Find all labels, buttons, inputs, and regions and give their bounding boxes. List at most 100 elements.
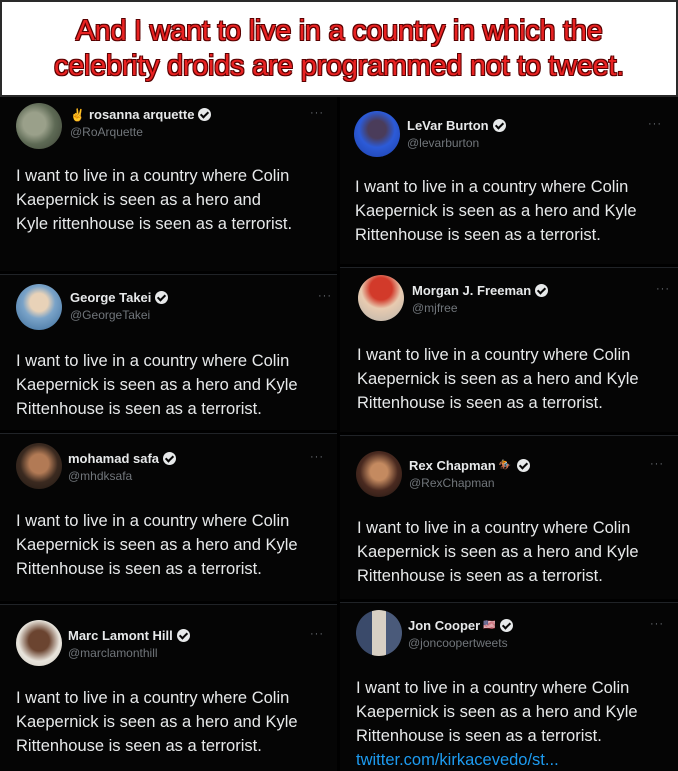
divider bbox=[0, 604, 337, 605]
tweet-text-line: Kaepernick is seen as a hero and Kyle bbox=[357, 543, 639, 561]
tweet-card-marc-lamont-hill[interactable]: Marc Lamont Hill @marclamonthill ··· I w… bbox=[0, 604, 337, 771]
caption-banner: And I want to live in a country in which… bbox=[0, 0, 678, 97]
tweet-text-line: Rittenhouse is seen as a terrorist. bbox=[16, 737, 262, 755]
tweet-text-line: I want to live in a country where Colin bbox=[355, 178, 629, 196]
tweet-text-line: Kaepernick is seen as a hero and Kyle bbox=[16, 536, 298, 554]
author-name[interactable]: mohamad safa bbox=[68, 451, 159, 466]
tweet-text: I want to live in a country where Colin … bbox=[355, 175, 637, 247]
avatar[interactable] bbox=[16, 284, 62, 330]
author-handle[interactable]: @RexChapman bbox=[409, 476, 495, 490]
avatar[interactable] bbox=[356, 610, 402, 656]
author-name[interactable]: Jon Cooper bbox=[408, 618, 480, 633]
more-options-icon[interactable]: ··· bbox=[650, 458, 664, 470]
avatar[interactable] bbox=[16, 620, 62, 666]
tweet-text-line: Kaepernick is seen as a hero and bbox=[16, 191, 261, 209]
author-name[interactable]: George Takei bbox=[70, 290, 151, 305]
tweet-card-mohamad-safa[interactable]: mohamad safa @mhdksafa ··· I want to liv… bbox=[0, 433, 337, 601]
tweet-card-rosanna-arquette[interactable]: ✌ rosanna arquette @RoArquette ··· I wan… bbox=[0, 97, 337, 271]
tweet-text-line: Kaepernick is seen as a hero and Kyle bbox=[357, 370, 639, 388]
avatar[interactable] bbox=[358, 275, 404, 321]
verified-badge-icon bbox=[517, 459, 531, 472]
avatar[interactable] bbox=[354, 111, 400, 157]
tweet-collage: ✌ rosanna arquette @RoArquette ··· I wan… bbox=[0, 97, 678, 771]
divider bbox=[340, 267, 678, 268]
author-handle[interactable]: @marclamonthill bbox=[68, 646, 158, 660]
more-options-icon[interactable]: ··· bbox=[318, 290, 332, 302]
tweet-card-george-takei[interactable]: George Takei @GeorgeTakei ··· I want to … bbox=[0, 274, 337, 430]
tweet-text-line: I want to live in a country where Colin bbox=[356, 679, 630, 697]
verified-badge-icon bbox=[492, 119, 506, 132]
more-options-icon[interactable]: ··· bbox=[310, 451, 324, 463]
author-name-row[interactable]: Marc Lamont Hill bbox=[68, 628, 190, 643]
author-name[interactable]: Morgan J. Freeman bbox=[412, 283, 531, 298]
tweet-text-line: I want to live in a country where Colin bbox=[16, 352, 290, 370]
tweet-text-line: Rittenhouse is seen as a terrorist. bbox=[16, 560, 262, 578]
author-name-row[interactable]: ✌ rosanna arquette bbox=[70, 107, 212, 122]
tweet-link[interactable]: twitter.com/kirkacevedo/st... bbox=[356, 748, 638, 771]
verified-badge-icon bbox=[198, 108, 212, 121]
tweet-text-line: I want to live in a country where Colin bbox=[16, 512, 290, 530]
more-options-icon[interactable]: ··· bbox=[310, 107, 324, 119]
author-handle[interactable]: @mhdksafa bbox=[68, 469, 132, 483]
tweet-text-line: I want to live in a country where Colin bbox=[16, 167, 290, 185]
more-options-icon[interactable]: ··· bbox=[656, 283, 670, 295]
tweet-text: I want to live in a country where Colin … bbox=[16, 349, 298, 421]
author-handle[interactable]: @levarburton bbox=[407, 136, 479, 150]
us-flag-icon: 🇺🇸 bbox=[483, 620, 496, 631]
tweet-card-rex-chapman[interactable]: Rex Chapman 🏇 @RexChapman ··· I want to … bbox=[340, 435, 678, 599]
tweet-card-morgan-j-freeman[interactable]: Morgan J. Freeman @mjfree ··· I want to … bbox=[340, 267, 678, 432]
tweet-text-line: I want to live in a country where Colin bbox=[357, 346, 631, 364]
more-options-icon[interactable]: ··· bbox=[310, 628, 324, 640]
tweet-text-line: Kaepernick is seen as a hero and Kyle bbox=[16, 376, 298, 394]
author-name-row[interactable]: Rex Chapman 🏇 bbox=[409, 458, 531, 473]
divider bbox=[340, 435, 678, 436]
tweet-text-line: Kaepernick is seen as a hero and Kyle bbox=[356, 703, 638, 721]
author-name-row[interactable]: LeVar Burton bbox=[407, 118, 506, 133]
more-options-icon[interactable]: ··· bbox=[650, 618, 664, 630]
tweet-text: I want to live in a country where Colin … bbox=[357, 516, 639, 588]
avatar[interactable] bbox=[16, 103, 62, 149]
caption-line-1: And I want to live in a country in which… bbox=[75, 14, 603, 47]
verified-badge-icon bbox=[535, 284, 549, 297]
tweet-text-line: Rittenhouse is seen as a terrorist. bbox=[357, 567, 603, 585]
tweet-card-levar-burton[interactable]: LeVar Burton @levarburton ··· I want to … bbox=[340, 97, 678, 264]
tweet-text: I want to live in a country where Colin … bbox=[356, 676, 638, 771]
tweet-text-line: Kaepernick is seen as a hero and Kyle bbox=[355, 202, 637, 220]
tweet-text-line: I want to live in a country where Colin bbox=[357, 519, 631, 537]
author-name-row[interactable]: mohamad safa bbox=[68, 451, 177, 466]
author-name[interactable]: Rex Chapman bbox=[409, 458, 496, 473]
tweet-text-line: Kyle rittenhouse is seen as a terrorist. bbox=[16, 215, 293, 233]
verified-badge-icon bbox=[163, 452, 177, 465]
tweet-text: I want to live in a country where Colin … bbox=[16, 164, 292, 236]
tweet-card-jon-cooper[interactable]: Jon Cooper 🇺🇸 @joncoopertweets ··· I wan… bbox=[340, 602, 678, 771]
avatar[interactable] bbox=[16, 443, 62, 489]
tweet-text-line: I want to live in a country where Colin bbox=[16, 689, 290, 707]
verified-badge-icon bbox=[155, 291, 169, 304]
author-name-row[interactable]: Morgan J. Freeman bbox=[412, 283, 549, 298]
more-options-icon[interactable]: ··· bbox=[648, 118, 662, 130]
avatar[interactable] bbox=[356, 451, 402, 497]
author-name-row[interactable]: George Takei bbox=[70, 290, 169, 305]
author-name[interactable]: Marc Lamont Hill bbox=[68, 628, 173, 643]
divider bbox=[0, 433, 337, 434]
tweet-text-line: Kaepernick is seen as a hero and Kyle bbox=[16, 713, 298, 731]
author-handle[interactable]: @joncoopertweets bbox=[408, 636, 508, 650]
author-handle[interactable]: @RoArquette bbox=[70, 125, 143, 139]
verified-badge-icon bbox=[176, 629, 190, 642]
author-name[interactable]: LeVar Burton bbox=[407, 118, 489, 133]
caption-line-2: celebrity droids are programmed not to t… bbox=[54, 49, 624, 82]
author-handle[interactable]: @mjfree bbox=[412, 301, 458, 315]
author-name-row[interactable]: Jon Cooper 🇺🇸 bbox=[408, 618, 513, 633]
author-name[interactable]: rosanna arquette bbox=[89, 107, 194, 122]
victory-hand-icon: ✌ bbox=[70, 107, 85, 122]
tweet-text: I want to live in a country where Colin … bbox=[16, 686, 298, 758]
tweet-text: I want to live in a country where Colin … bbox=[357, 343, 639, 415]
tweet-text: I want to live in a country where Colin … bbox=[16, 509, 298, 581]
tweet-text-line: Rittenhouse is seen as a terrorist. bbox=[16, 400, 262, 418]
tweet-text-line: Rittenhouse is seen as a terrorist. bbox=[357, 394, 603, 412]
divider bbox=[0, 274, 337, 275]
tweet-text-line: Rittenhouse is seen as a terrorist. bbox=[356, 727, 602, 745]
author-handle[interactable]: @GeorgeTakei bbox=[70, 308, 150, 322]
horse-racing-icon: 🏇 bbox=[498, 460, 512, 471]
tweet-text-line: Rittenhouse is seen as a terrorist. bbox=[355, 226, 601, 244]
